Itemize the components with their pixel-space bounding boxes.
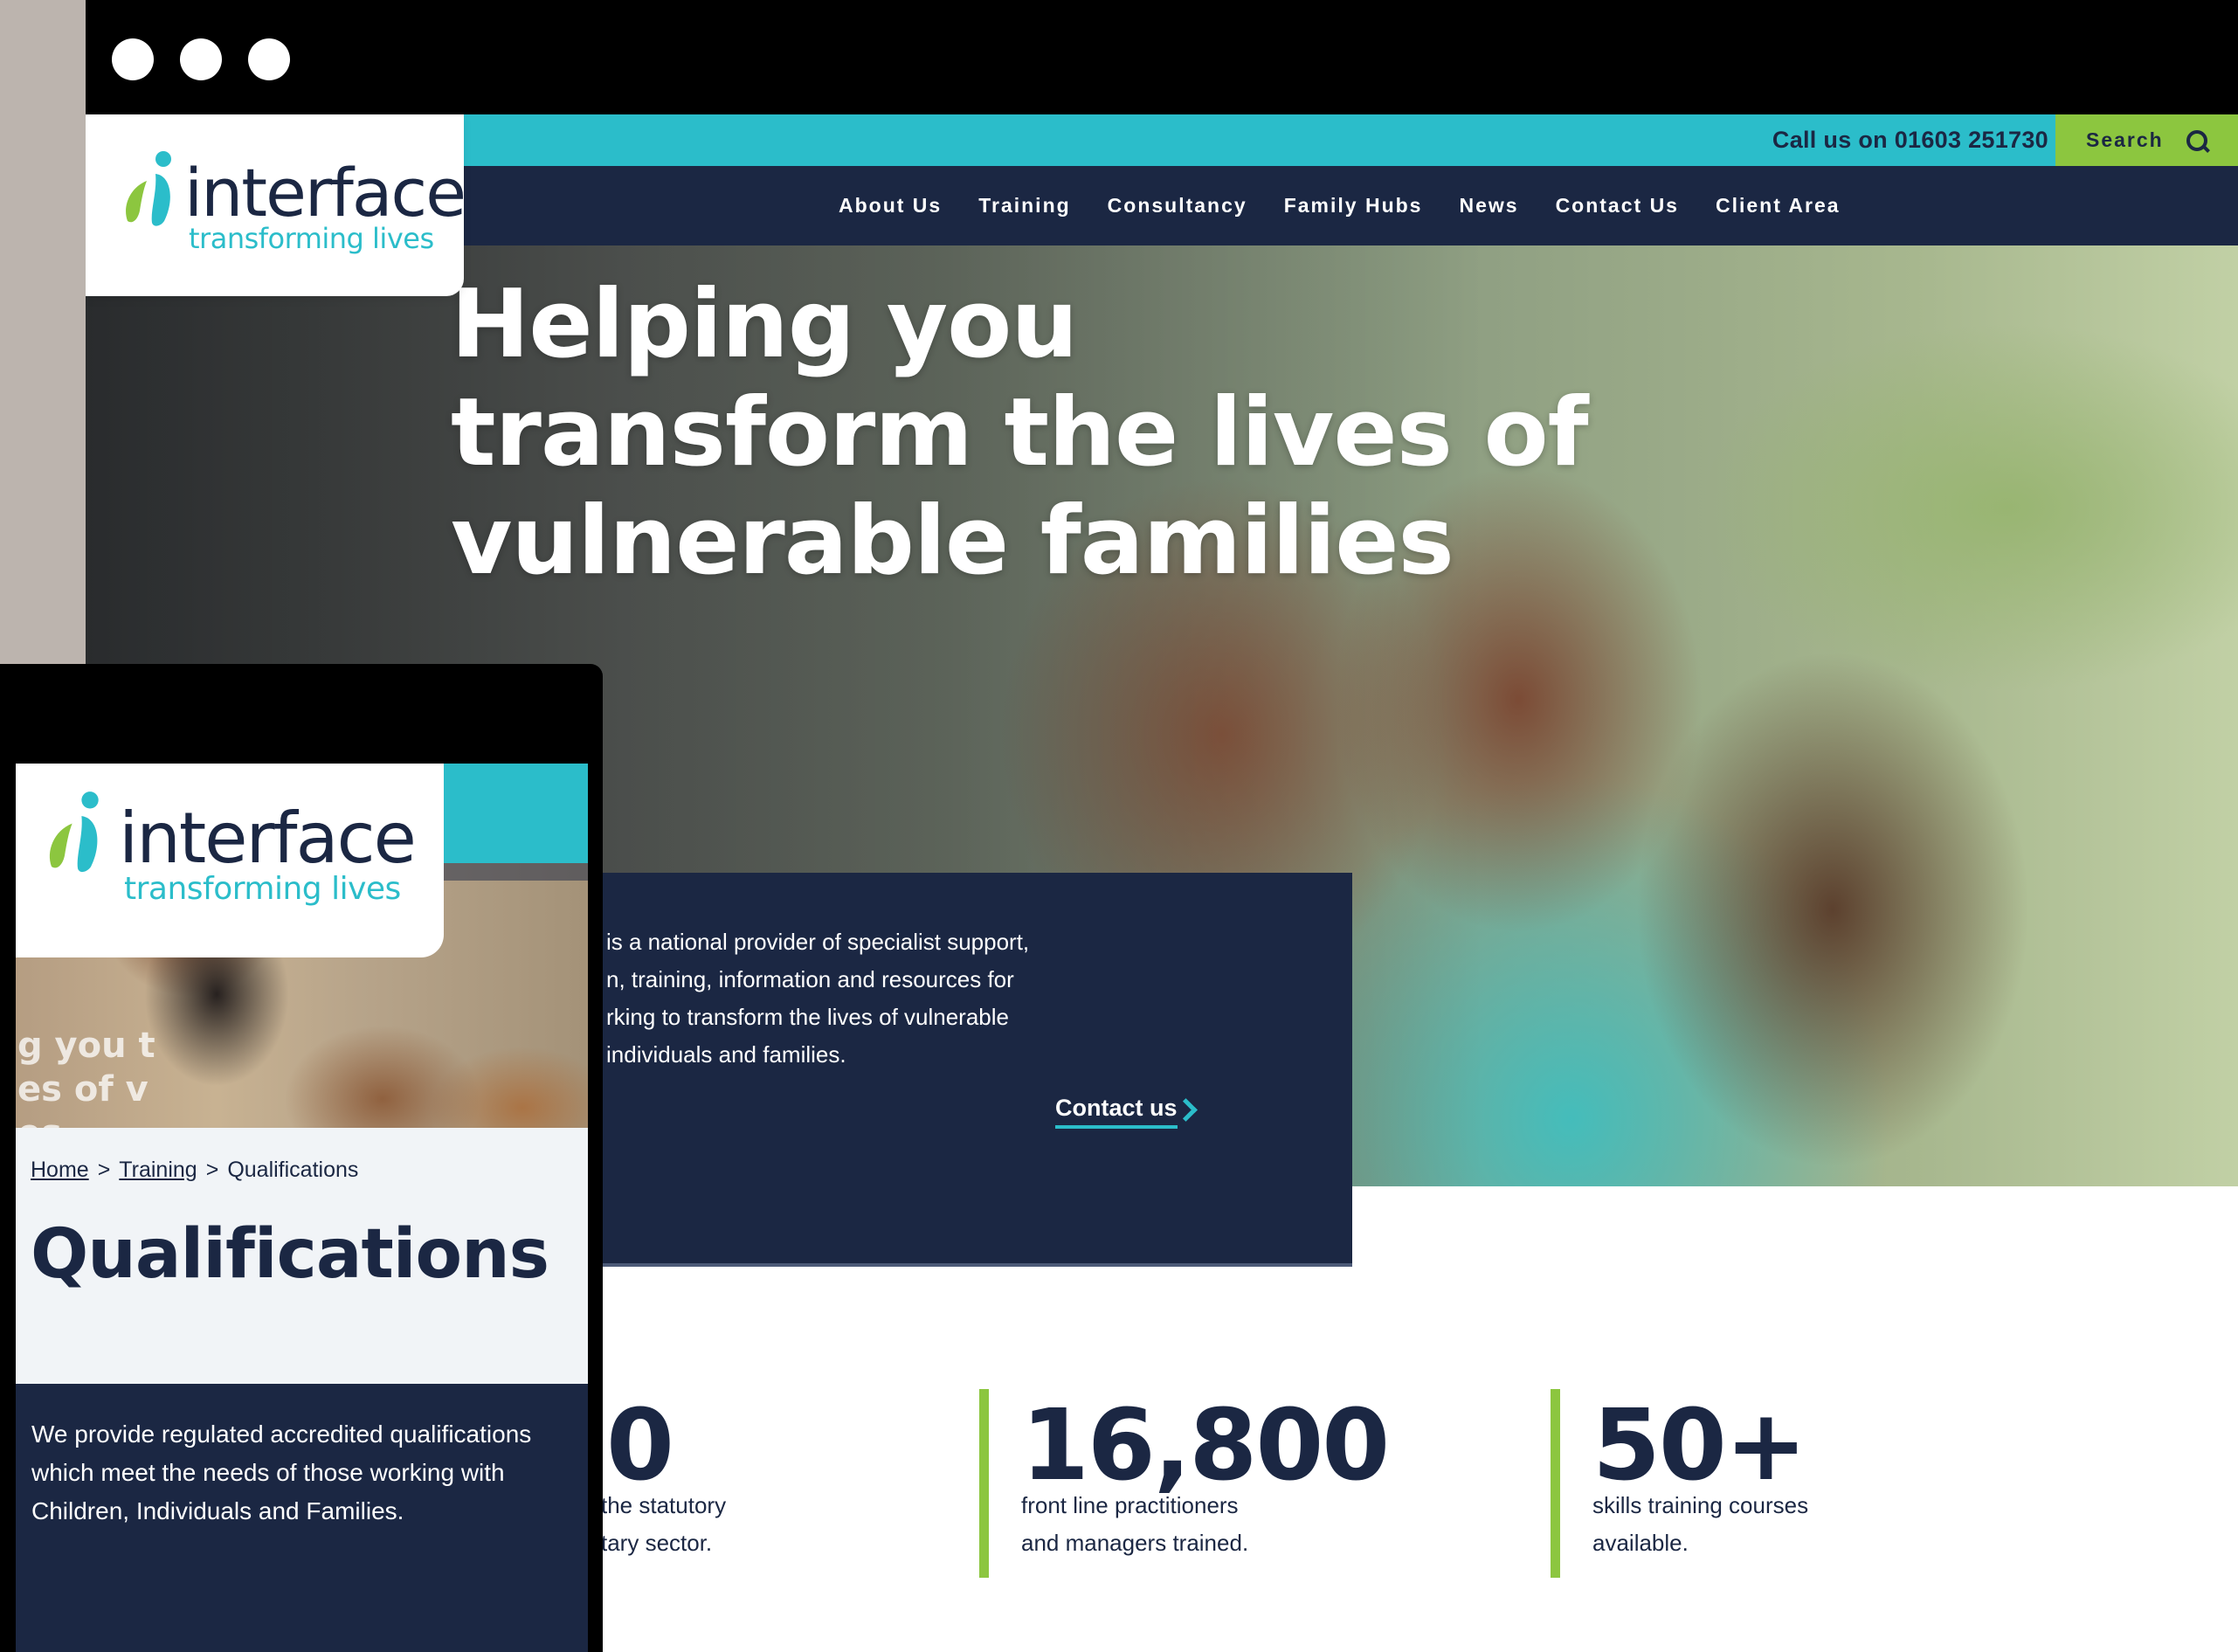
mobile-screen: g you t es of v es interface transformin… [16, 764, 588, 1652]
stat-desc-line: tary sector. [601, 1530, 713, 1556]
breadcrumb-training-link[interactable]: Training [119, 1158, 197, 1182]
intro-line: rking to transform the lives of vulnerab… [606, 1004, 1009, 1030]
mobile-device-frame: g you t es of v es interface transformin… [0, 664, 603, 1652]
stat-value: 0 [606, 1389, 674, 1503]
nav-item-family-hubs[interactable]: Family Hubs [1284, 194, 1423, 218]
stat-desc-line: front line practitioners [1021, 1492, 1239, 1518]
intro-line: individuals and families. [606, 1041, 846, 1068]
stat-accent-bar [1551, 1389, 1560, 1578]
nav-item-news[interactable]: News [1459, 194, 1518, 218]
stat-value: 16,800 [1021, 1389, 1390, 1503]
breadcrumb-current: Qualifications [227, 1158, 359, 1182]
nav-item-contact-us[interactable]: Contact Us [1556, 194, 1679, 218]
stat-accent-bar [979, 1389, 989, 1578]
hero-title: Helping you transform the lives of vulne… [451, 271, 1674, 596]
chevron-right-icon[interactable] [1174, 1098, 1198, 1122]
mobile-site-logo[interactable]: interface transforming lives [16, 764, 444, 957]
logo-wordmark: interface [119, 798, 417, 879]
browser-title-bar [86, 0, 2238, 114]
search-label: Search [2086, 128, 2164, 151]
mobile-top-strip [444, 764, 588, 863]
overlay-line: es of v [17, 1069, 149, 1109]
site-logo[interactable]: interface transforming lives [86, 114, 466, 296]
search-button[interactable]: Search [2055, 114, 2238, 166]
nav-item-training[interactable]: Training [978, 194, 1070, 218]
window-control-dot[interactable] [112, 38, 154, 80]
breadcrumb-home-link[interactable]: Home [31, 1158, 89, 1182]
intro-line: n, training, information and resources f… [606, 966, 1014, 992]
search-icon [2186, 129, 2207, 151]
intro-line: is a national provider of specialist sup… [606, 929, 1030, 955]
phone-number[interactable]: Call us on 01603 251730 [1772, 114, 2048, 166]
logo-tagline: transforming lives [124, 871, 401, 907]
interface-logo-icon [49, 791, 99, 873]
stat-desc-line: available. [1592, 1530, 1689, 1556]
hero-title-line: vulnerable families [451, 487, 1454, 596]
nav-item-client-area[interactable]: Client Area [1716, 194, 1841, 218]
stat-desc-line: the statutory [601, 1492, 727, 1518]
breadcrumb-separator: > [97, 1158, 111, 1182]
overlay-line: g you t [17, 1026, 155, 1066]
nav-item-consultancy[interactable]: Consultancy [1108, 194, 1247, 218]
nav-item-about-us[interactable]: About Us [839, 194, 942, 218]
stat-description: the statutory tary sector. [601, 1487, 915, 1562]
hero-intro-text: is a national provider of specialist sup… [606, 923, 1165, 1074]
page-header: Home > Training > Qualifications Qualificati… [16, 1128, 588, 1384]
hero-title-line: Helping you [451, 270, 1078, 379]
page-title: Qualifications [31, 1215, 549, 1294]
window-control-dot[interactable] [248, 38, 290, 80]
breadcrumb: Home > Training > Qualifications [31, 1158, 358, 1183]
contact-us-link[interactable]: Contact us [1055, 1095, 1178, 1129]
stat-desc-line: skills training courses [1592, 1492, 1809, 1518]
window-control-dot[interactable] [180, 38, 222, 80]
interface-logo-icon [126, 151, 171, 226]
mobile-description-box: We provide regulated accredited qualific… [16, 1384, 588, 1652]
mobile-mini-nav-strip [444, 863, 588, 881]
stat-value: 50+ [1592, 1389, 1807, 1503]
stat-description: skills training courses available. [1592, 1487, 1959, 1562]
stat-description: front line practitioners and managers tr… [1021, 1487, 1388, 1562]
page-description: We provide regulated accredited qualific… [31, 1420, 532, 1524]
stat-desc-line: and managers trained. [1021, 1530, 1249, 1556]
logo-tagline: transforming lives [189, 222, 434, 255]
logo-wordmark: interface [184, 154, 466, 232]
hero-title-line: transform the lives of [451, 378, 1589, 487]
breadcrumb-separator: > [205, 1158, 219, 1182]
